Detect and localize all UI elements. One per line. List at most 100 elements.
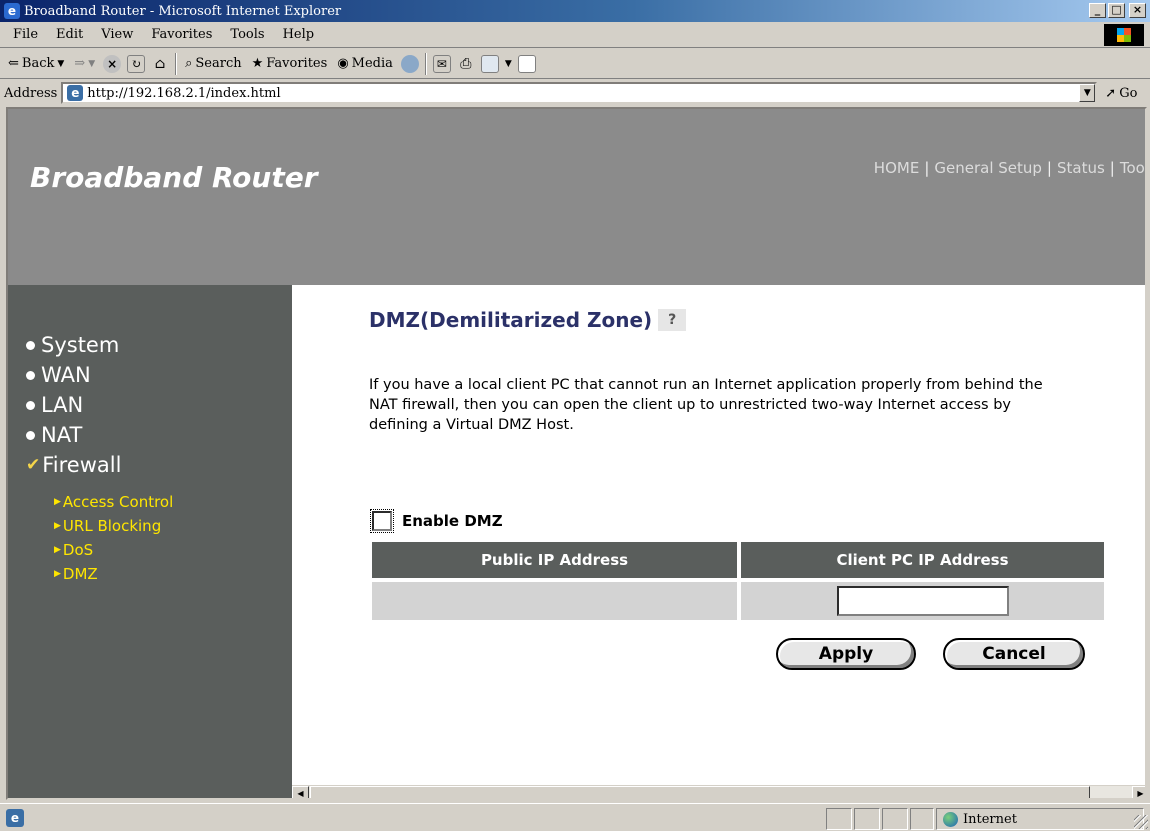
- ie-icon: e: [4, 3, 20, 19]
- scrollbar-thumb[interactable]: [310, 786, 1090, 798]
- toolbar-separator: [175, 52, 178, 75]
- table-row: [372, 582, 1104, 620]
- enable-dmz-checkbox[interactable]: [370, 509, 394, 533]
- nav-tool[interactable]: Tool: [1120, 159, 1145, 177]
- column-header-client-ip: Client PC IP Address: [741, 542, 1104, 578]
- media-button[interactable]: ◉ Media: [335, 56, 395, 71]
- forward-arrow-icon: ⇒: [74, 56, 86, 71]
- menu-bar: File Edit View Favorites Tools Help: [0, 22, 1150, 48]
- router-banner: Broadband Router HOME | General Setup | Stat…: [8, 109, 1147, 285]
- arrow-right-icon: ▶: [54, 521, 61, 531]
- apply-button[interactable]: Apply: [776, 638, 916, 670]
- dmz-table: Public IP Address Client PC IP Address: [372, 542, 1104, 624]
- enable-dmz-row: Enable DMZ: [370, 509, 503, 533]
- sidebar-item-label: WAN: [41, 363, 91, 387]
- security-zone: Internet: [936, 808, 1144, 830]
- nav-home[interactable]: HOME: [874, 159, 920, 177]
- menu-file[interactable]: File: [4, 27, 47, 42]
- sidebar-item-nat[interactable]: NAT: [26, 423, 82, 447]
- zone-label: Internet: [963, 811, 1017, 827]
- stop-icon[interactable]: ×: [103, 54, 122, 73]
- public-ip-cell: [372, 582, 737, 620]
- subnav-label: URL Blocking: [62, 517, 162, 535]
- chevron-down-icon[interactable]: ▼: [505, 59, 512, 69]
- sidebar-item-label: Firewall: [42, 453, 122, 477]
- bullet-icon: [26, 430, 35, 440]
- refresh-icon[interactable]: ↻: [127, 54, 146, 73]
- sidebar-item-label: NAT: [41, 423, 83, 447]
- go-arrow-icon: ➚: [1105, 85, 1117, 101]
- subnav-label: DoS: [62, 541, 94, 559]
- scroll-right-icon[interactable]: ▶: [1132, 786, 1145, 798]
- sidebar-item-firewall[interactable]: ✔ Firewall: [26, 453, 121, 477]
- maximize-button[interactable]: □: [1108, 3, 1125, 18]
- address-label: Address: [4, 85, 58, 101]
- media-icon: ◉: [337, 56, 349, 71]
- menu-view[interactable]: View: [92, 27, 142, 42]
- arrow-right-icon: ▶: [54, 569, 61, 579]
- address-bar: Address e http://192.168.2.1/index.html …: [0, 80, 1150, 106]
- sidebar-item-wan[interactable]: WAN: [26, 363, 91, 387]
- subnav-access-control[interactable]: ▶ Access Control: [54, 493, 173, 511]
- address-url: http://192.168.2.1/index.html: [87, 85, 281, 101]
- minimize-button[interactable]: _: [1089, 3, 1106, 18]
- forward-button[interactable]: ⇒ ▼: [72, 56, 97, 71]
- address-input[interactable]: e http://192.168.2.1/index.html ▼: [61, 82, 1098, 104]
- search-button[interactable]: ⌕ Search: [183, 56, 244, 71]
- status-pane: [910, 808, 934, 830]
- menu-tools[interactable]: Tools: [221, 27, 273, 42]
- sidebar-item-lan[interactable]: LAN: [26, 393, 83, 417]
- favorites-button[interactable]: ★ Favorites: [250, 56, 330, 71]
- status-pane: [826, 808, 852, 830]
- top-navigation: HOME | General Setup | Status | Tool: [873, 159, 1147, 177]
- page-status-icon: e: [6, 808, 24, 827]
- page-content: Broadband Router HOME | General Setup | Stat…: [6, 107, 1147, 800]
- help-icon[interactable]: ?: [658, 309, 687, 331]
- back-button[interactable]: ⇐ Back ▼: [6, 56, 66, 71]
- resize-grip-icon[interactable]: [1134, 815, 1148, 829]
- back-label: Back: [21, 56, 55, 71]
- address-dropdown-button[interactable]: ▼: [1079, 84, 1096, 102]
- favorites-icon: ★: [251, 56, 264, 71]
- globe-icon: [943, 811, 958, 827]
- print-icon[interactable]: ⎙: [457, 55, 475, 73]
- mail-icon[interactable]: ✉: [432, 54, 451, 73]
- sidebar-item-system[interactable]: System: [26, 333, 119, 357]
- go-button[interactable]: ➚ Go: [1105, 86, 1137, 101]
- horizontal-scrollbar[interactable]: ◀ ▶: [292, 785, 1145, 798]
- history-icon[interactable]: [400, 54, 419, 73]
- favorites-label: Favorites: [266, 56, 328, 71]
- subnav-dmz[interactable]: ▶ DMZ: [54, 565, 98, 583]
- menu-favorites[interactable]: Favorites: [142, 27, 221, 42]
- sidebar: System WAN LAN NAT ✔ Firewall ▶ Access Con…: [8, 285, 292, 798]
- toolbar-separator: [424, 52, 427, 75]
- enable-dmz-label: Enable DMZ: [402, 512, 503, 530]
- page-description: If you have a local client PC that canno…: [369, 377, 1043, 433]
- bullet-icon: [26, 400, 35, 410]
- home-icon[interactable]: ⌂: [151, 55, 169, 73]
- table-header-row: Public IP Address Client PC IP Address: [372, 542, 1104, 578]
- cancel-button[interactable]: Cancel: [943, 638, 1085, 670]
- media-label: Media: [351, 56, 393, 71]
- sidebar-item-label: LAN: [41, 393, 84, 417]
- close-button[interactable]: ×: [1129, 3, 1146, 18]
- nav-general-setup[interactable]: General Setup: [934, 159, 1042, 177]
- search-icon: ⌕: [185, 56, 193, 71]
- search-label: Search: [195, 56, 242, 71]
- sidebar-item-label: System: [41, 333, 120, 357]
- column-header-public-ip: Public IP Address: [372, 542, 737, 578]
- scroll-left-icon[interactable]: ◀: [292, 786, 309, 798]
- client-ip-input[interactable]: [836, 586, 1009, 616]
- menu-help[interactable]: Help: [274, 27, 324, 42]
- edit-icon[interactable]: [480, 54, 499, 73]
- subnav-label: DMZ: [62, 565, 98, 583]
- status-pane: [882, 808, 908, 830]
- menu-edit[interactable]: Edit: [47, 27, 92, 42]
- subnav-dos[interactable]: ▶ DoS: [54, 541, 93, 559]
- chevron-down-icon: ▼: [88, 58, 96, 69]
- discuss-icon[interactable]: [517, 54, 536, 73]
- window-titlebar: e Broadband Router - Microsoft Internet …: [0, 0, 1150, 22]
- bullet-icon: [26, 370, 35, 380]
- nav-status[interactable]: Status: [1057, 159, 1105, 177]
- subnav-url-blocking[interactable]: ▶ URL Blocking: [54, 517, 161, 535]
